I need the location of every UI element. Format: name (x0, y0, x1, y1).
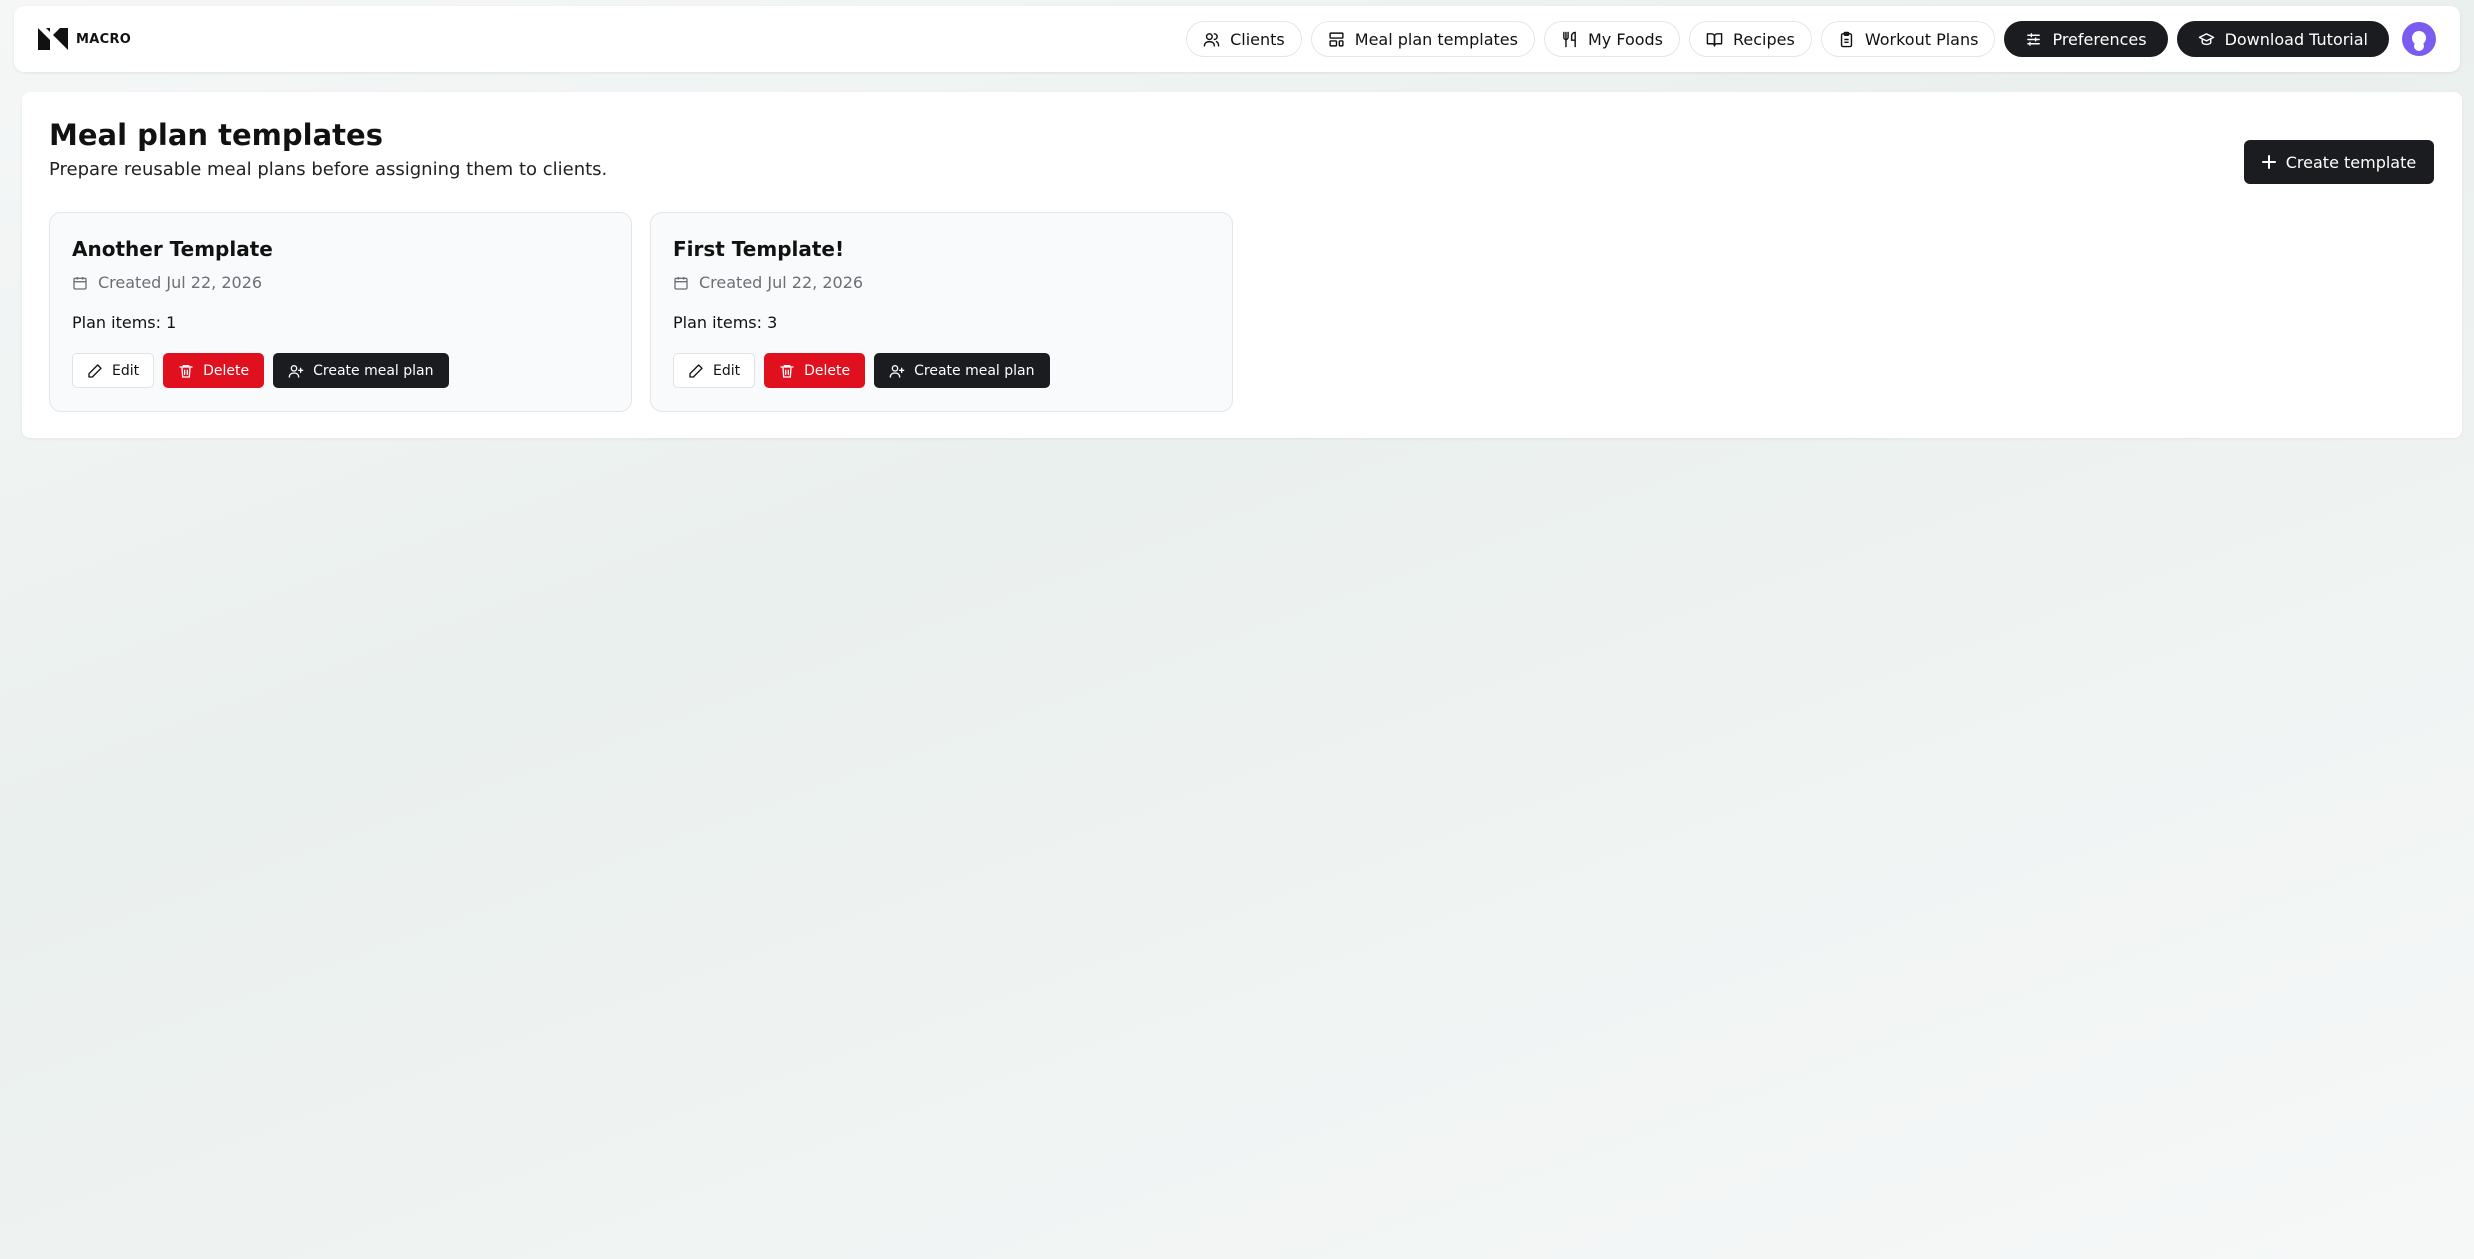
nav-my-foods-label: My Foods (1587, 29, 1664, 49)
users-icon (1203, 32, 1220, 47)
nav-workout-plans-label: Workout Plans (1864, 29, 1979, 49)
delete-label: Delete (203, 362, 250, 379)
layout-template-icon (1329, 31, 1344, 47)
template-created-text: Created Jul 22, 2026 (699, 273, 864, 292)
template-card: Another Template Created Jul 22, 2026 Pl… (49, 212, 632, 412)
top-navbar: MACRO Clients Meal plan templates My Foo… (14, 6, 2460, 72)
template-actions: Edit Delete Create meal plan (72, 353, 449, 388)
template-title: Another Template (72, 237, 273, 261)
nav-my-foods[interactable]: My Foods (1543, 21, 1681, 57)
create-meal-plan-button[interactable]: Create meal plan (273, 353, 449, 388)
create-template-button[interactable]: Create template (2244, 140, 2434, 184)
clipboard-icon (1840, 31, 1853, 47)
edit-label: Edit (713, 362, 741, 379)
main-nav: Clients Meal plan templates My Foods Rec… (1186, 21, 2436, 57)
plus-icon (2261, 155, 2276, 169)
edit-label: Edit (112, 362, 140, 379)
edit-template-button[interactable]: Edit (673, 353, 756, 388)
calendar-icon (73, 276, 87, 290)
calendar-icon (674, 276, 688, 290)
user-avatar[interactable] (2402, 22, 2436, 56)
template-plan-items: Plan items: 3 (673, 313, 778, 332)
pencil-icon (689, 363, 703, 378)
create-meal-plan-button[interactable]: Create meal plan (874, 353, 1050, 388)
create-template-label: Create template (2285, 152, 2417, 172)
delete-label: Delete (804, 362, 851, 379)
template-title: First Template! (673, 237, 845, 261)
page-title: Meal plan templates (49, 118, 383, 152)
trash-icon (780, 364, 794, 378)
pencil-icon (88, 363, 102, 378)
nav-clients[interactable]: Clients (1186, 21, 1302, 57)
templates-panel: Meal plan templates Prepare reusable mea… (22, 92, 2462, 438)
brand-name: MACRO (76, 31, 132, 47)
delete-template-button[interactable]: Delete (764, 353, 866, 388)
nav-workout-plans[interactable]: Workout Plans (1820, 21, 1996, 57)
preferences-button[interactable]: Preferences (2004, 21, 2168, 57)
template-created-text: Created Jul 22, 2026 (98, 273, 263, 292)
page-subtitle: Prepare reusable meal plans before assig… (49, 159, 608, 180)
download-tutorial-button[interactable]: Download Tutorial (2176, 21, 2389, 57)
nav-recipes-label: Recipes (1733, 29, 1795, 49)
delete-template-button[interactable]: Delete (163, 353, 265, 388)
template-created-date: Created Jul 22, 2026 (72, 273, 262, 292)
sliders-icon (2027, 32, 2041, 46)
create-meal-plan-label: Create meal plan (313, 362, 434, 379)
nav-meal-plan-templates[interactable]: Meal plan templates (1310, 21, 1535, 57)
user-plus-icon (889, 364, 905, 378)
user-plus-icon (288, 364, 304, 378)
template-created-date: Created Jul 22, 2026 (673, 273, 863, 292)
create-meal-plan-label: Create meal plan (914, 362, 1035, 379)
trash-icon (179, 364, 193, 378)
template-card: First Template! Created Jul 22, 2026 Pla… (650, 212, 1233, 412)
template-plan-items: Plan items: 1 (72, 313, 177, 332)
macro-logo-icon (38, 28, 68, 50)
nav-recipes[interactable]: Recipes (1689, 21, 1812, 57)
nav-meal-plan-templates-label: Meal plan templates (1354, 29, 1518, 49)
nav-clients-label: Clients (1230, 29, 1285, 49)
template-actions: Edit Delete Create meal plan (673, 353, 1050, 388)
preferences-label: Preferences (2052, 29, 2147, 49)
brand-logo[interactable]: MACRO (38, 26, 131, 52)
graduation-cap-icon (2198, 32, 2214, 45)
utensils-icon (1563, 31, 1576, 47)
download-tutorial-label: Download Tutorial (2224, 29, 2368, 49)
book-open-icon (1706, 32, 1723, 47)
edit-template-button[interactable]: Edit (72, 353, 155, 388)
